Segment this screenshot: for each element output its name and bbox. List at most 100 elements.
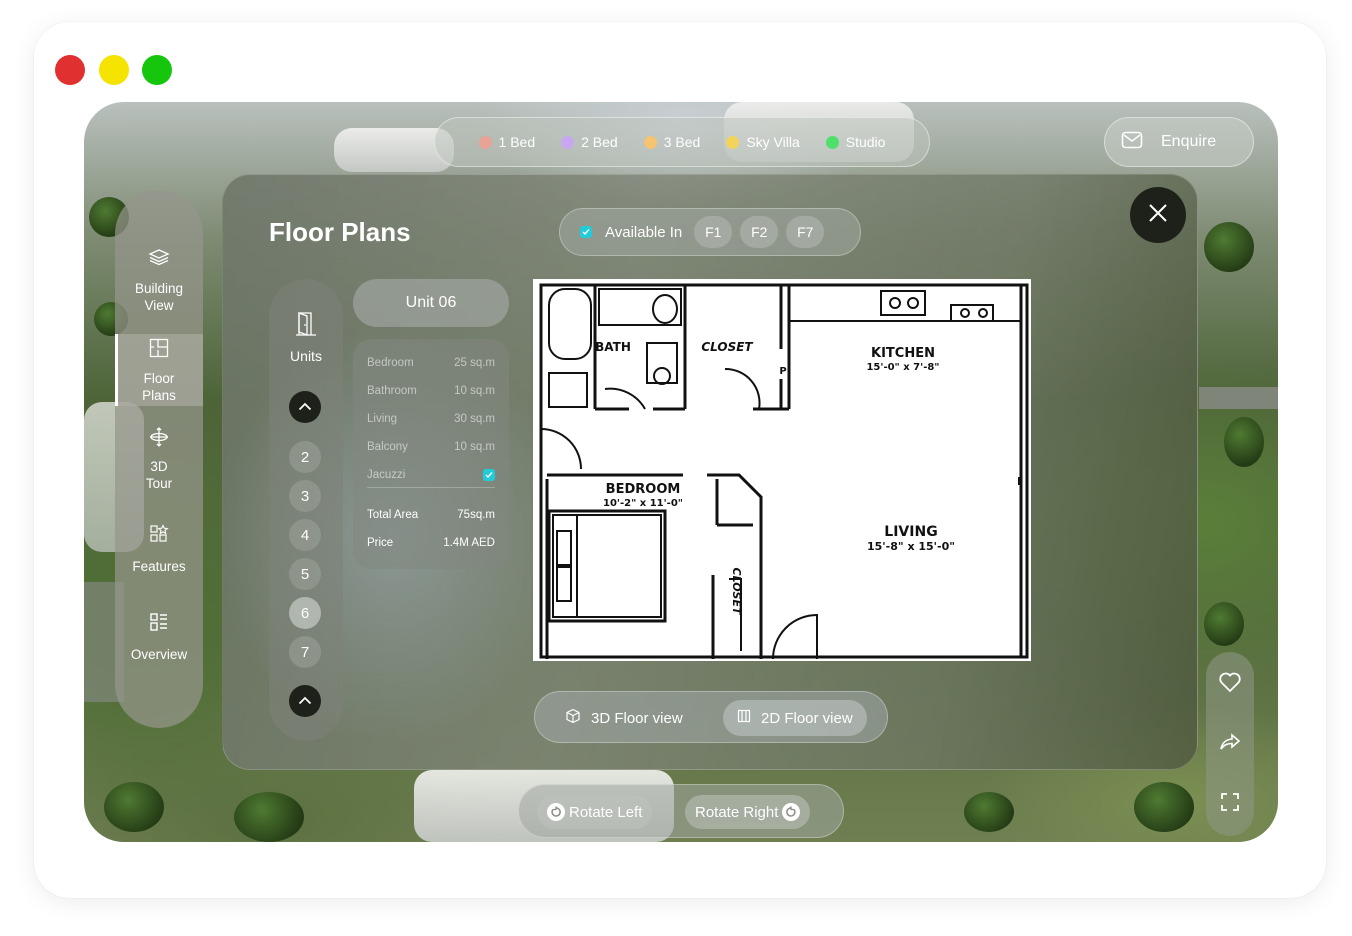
- sidebar-item-building-view[interactable]: Building View: [115, 248, 203, 314]
- detail-name: Living: [367, 413, 398, 425]
- unit-number-button[interactable]: 4: [289, 519, 321, 551]
- detail-row: Balcony 10 sq.m: [367, 441, 495, 453]
- plan-label-bedroom: BEDROOM: [606, 482, 681, 497]
- total-area-label: Total Area: [367, 509, 419, 521]
- floor-plan-icon: [149, 338, 169, 362]
- floor-button-f2[interactable]: F2: [740, 216, 779, 248]
- overview-icon: [149, 612, 169, 636]
- units-scroll-up-button[interactable]: [289, 391, 321, 423]
- detail-value: 10 sq.m: [454, 441, 495, 453]
- share-button[interactable]: [1218, 732, 1242, 756]
- units-header: Units: [269, 311, 343, 364]
- detail-row: Bedroom 25 sq.m: [367, 357, 495, 369]
- right-toolbar: [1206, 652, 1254, 836]
- features-icon: [149, 524, 169, 548]
- units-selector: Units 2 3 4 5 6 7: [269, 279, 343, 741]
- floor-plan-drawing: BATH CLOSET KITCHEN 15'-0" x 7'-8" P BED…: [533, 279, 1031, 661]
- detail-name: Jacuzzi: [367, 469, 406, 481]
- view-3d-label: 3D Floor view: [591, 709, 683, 727]
- legend-label: 3 Bed: [663, 134, 701, 150]
- fullscreen-button[interactable]: [1218, 792, 1242, 816]
- plan-label-living: LIVING: [884, 524, 937, 540]
- rotate-right-button[interactable]: Rotate Right: [685, 795, 811, 829]
- legend-dot: [643, 135, 657, 149]
- legend-item-2-bed[interactable]: 2 Bed: [561, 134, 618, 150]
- tour-3d-icon: [148, 426, 170, 452]
- view-2d-button[interactable]: 2D Floor view: [723, 700, 867, 736]
- sidebar-item-floor-plans[interactable]: Floor Plans: [115, 334, 203, 406]
- unit-number-button[interactable]: 3: [289, 480, 321, 512]
- active-indicator: [115, 334, 118, 406]
- rotate-left-button[interactable]: Rotate Left: [537, 795, 653, 829]
- chevron-up-icon: [298, 692, 312, 710]
- jacuzzi-checkbox: [483, 469, 495, 481]
- enquire-label: Enquire: [1161, 133, 1217, 150]
- layers-icon: [148, 248, 170, 270]
- legend-label: 2 Bed: [581, 134, 618, 150]
- unit-number-button-selected[interactable]: 6: [289, 597, 321, 629]
- minimize-window-button[interactable]: [99, 55, 129, 85]
- plan-label-closet-top: CLOSET: [701, 340, 753, 354]
- floor-view-toggle: 3D Floor view 2D Floor view: [534, 691, 888, 743]
- legend-label: Sky Villa: [746, 134, 800, 150]
- sidebar-item-label: Building View: [134, 281, 184, 313]
- unit-name-pill: Unit 06: [353, 279, 509, 327]
- door-icon: [295, 311, 317, 340]
- chevron-up-icon: [298, 398, 312, 416]
- floor-button-f1[interactable]: F1: [694, 216, 733, 248]
- units-label: Units: [290, 348, 322, 364]
- favorite-button[interactable]: [1218, 672, 1242, 696]
- detail-name: Balcony: [367, 441, 408, 453]
- price-value: 1.4M AED: [443, 537, 495, 549]
- main-sidebar: Building View Floor Plans 3D Tour Featur…: [115, 190, 203, 728]
- rotate-left-icon: [547, 803, 565, 821]
- legend-dot: [726, 135, 740, 149]
- plan-label-living-dim: 15'-8" x 15'-0": [867, 540, 955, 553]
- rotate-right-label: Rotate Right: [695, 803, 779, 821]
- legend-dot: [825, 135, 839, 149]
- sidebar-item-label: 3D Tour: [145, 459, 173, 491]
- unit-number-button[interactable]: 2: [289, 441, 321, 473]
- plan-label-pantry: P: [779, 366, 786, 377]
- available-checkbox[interactable]: [580, 226, 592, 238]
- unit-details-card: Bedroom 25 sq.m Bathroom 10 sq.m Living …: [353, 339, 509, 569]
- sidebar-item-features[interactable]: Features: [115, 524, 203, 575]
- price-label: Price: [367, 537, 394, 549]
- legend-item-1-bed[interactable]: 1 Bed: [478, 134, 535, 150]
- legend-item-studio[interactable]: Studio: [825, 134, 885, 150]
- plan-label-kitchen-dim: 15'-0" x 7'-8": [866, 362, 939, 373]
- detail-value: 25 sq.m: [454, 357, 495, 369]
- divider: [367, 487, 495, 488]
- enquire-button[interactable]: Enquire: [1104, 117, 1254, 167]
- rotate-right-icon: [782, 803, 801, 821]
- detail-row: Bathroom 10 sq.m: [367, 385, 495, 397]
- view-2d-label: 2D Floor view: [761, 709, 853, 727]
- detail-row: Living 30 sq.m: [367, 413, 495, 425]
- legend-item-sky-villa[interactable]: Sky Villa: [726, 134, 800, 150]
- legend-dot: [478, 135, 492, 149]
- panel-title: Floor Plans: [269, 217, 411, 247]
- floor-button-f7[interactable]: F7: [786, 216, 825, 248]
- heart-icon: [1218, 671, 1242, 698]
- unit-number-button[interactable]: 5: [289, 558, 321, 590]
- close-panel-button[interactable]: [1130, 187, 1186, 243]
- total-area-value: 75sq.m: [457, 509, 495, 521]
- unit-number-button[interactable]: 7: [289, 636, 321, 668]
- maximize-window-button[interactable]: [142, 55, 172, 85]
- cube-icon: [565, 708, 581, 728]
- close-window-button[interactable]: [55, 55, 85, 85]
- plan-label-kitchen: KITCHEN: [871, 346, 935, 361]
- floor-plans-panel: Floor Plans Available In F1 F2 F7 Units …: [222, 174, 1198, 770]
- sidebar-item-overview[interactable]: Overview: [115, 612, 203, 663]
- sidebar-item-3d-tour[interactable]: 3D Tour: [115, 426, 203, 492]
- units-scroll-down-button[interactable]: [289, 685, 321, 717]
- mail-icon: [1121, 131, 1143, 154]
- detail-name: Bathroom: [367, 385, 417, 397]
- plan-label-closet-side: CLOSET: [730, 568, 743, 616]
- legend-dot: [561, 135, 575, 149]
- sidebar-item-label: Overview: [130, 647, 188, 662]
- available-label: Available In: [605, 223, 683, 241]
- legend-item-3-bed[interactable]: 3 Bed: [643, 134, 701, 150]
- plan-label-bath: BATH: [595, 340, 631, 354]
- view-3d-button[interactable]: 3D Floor view: [551, 700, 697, 736]
